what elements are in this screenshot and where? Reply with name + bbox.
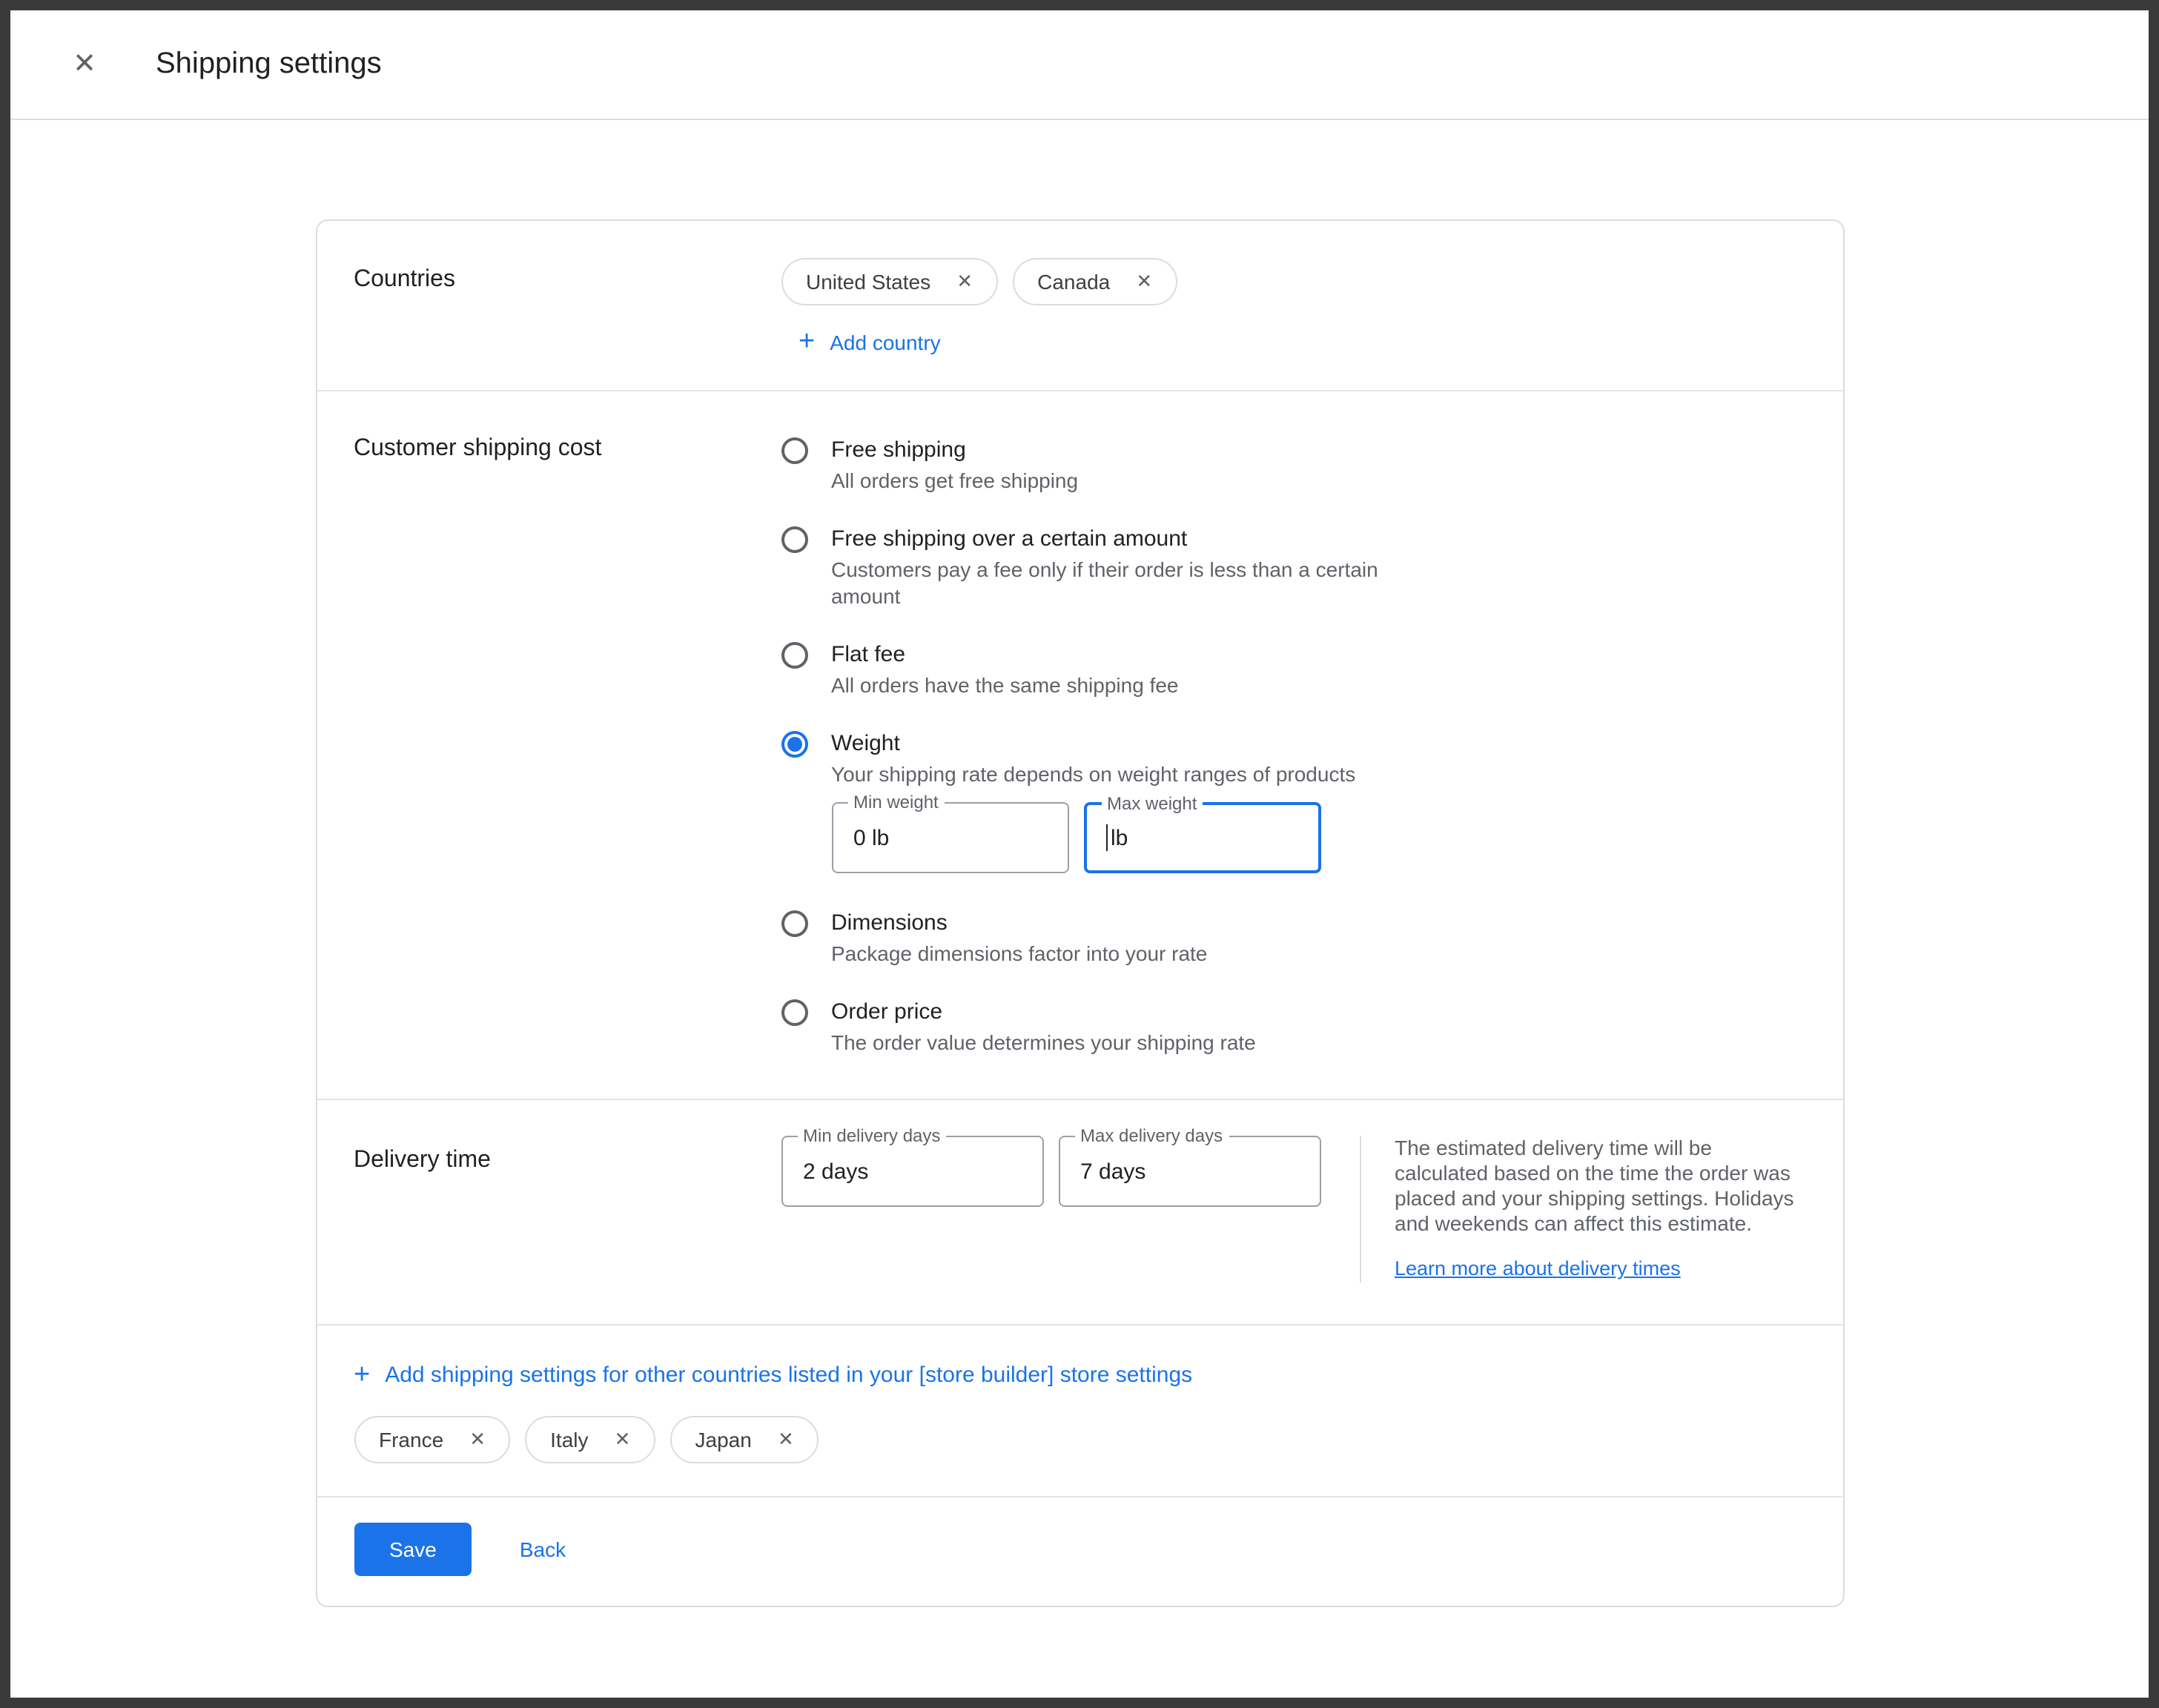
countries-label: Countries (354, 267, 781, 357)
order-price-radio[interactable] (781, 999, 807, 1026)
learn-more-link[interactable]: Learn more about delivery times (1395, 1257, 1681, 1280)
option-title: Free shipping over a certain amount (831, 525, 1395, 555)
min-delivery-days-value: 2 days (803, 1159, 868, 1184)
option-free-shipping[interactable]: Free shipping All orders get free shippi… (781, 436, 1395, 494)
min-weight-field-value: 0 lb (853, 825, 889, 850)
option-title: Free shipping (831, 436, 1078, 466)
option-weight[interactable]: Weight Your shipping rate depends on wei… (781, 729, 1395, 888)
countries-chip-row: United States ✕ Canada ✕ (781, 258, 1177, 305)
country-chip-france: France ✕ (354, 1416, 510, 1463)
delivery-time-section: Delivery time Min delivery days 2 days M… (317, 1100, 1842, 1324)
vertical-divider (1359, 1136, 1360, 1282)
add-other-countries-label: Add shipping settings for other countrie… (385, 1363, 1192, 1388)
option-title: Order price (831, 998, 1256, 1027)
free-shipping-radio[interactable] (781, 437, 807, 464)
chip-label: United States (806, 270, 930, 294)
min-delivery-days-label: Min delivery days (797, 1125, 946, 1146)
option-title: Dimensions (831, 909, 1207, 939)
chip-label: Italy (550, 1428, 588, 1452)
shipping-cost-section: Customer shipping cost Free shipping All… (317, 391, 1842, 1099)
country-chip-japan: Japan ✕ (670, 1416, 819, 1463)
country-chip-italy: Italy ✕ (525, 1416, 655, 1463)
countries-section: Countries United States ✕ Canada ✕ + (317, 221, 1842, 390)
shipping-cost-label: Customer shipping cost (354, 436, 781, 1087)
remove-country-icon[interactable]: ✕ (609, 1426, 636, 1453)
add-country-label: Add country (830, 330, 940, 354)
plus-icon: + (354, 1361, 370, 1389)
delivery-time-label: Delivery time (354, 1148, 781, 1282)
remove-country-icon[interactable]: ✕ (464, 1426, 491, 1453)
dimensions-radio[interactable] (781, 910, 807, 937)
option-free-shipping-over-amount[interactable]: Free shipping over a certain amount Cust… (781, 525, 1395, 609)
option-order-price[interactable]: Order price The order value determines y… (781, 998, 1395, 1056)
chip-label: France (379, 1428, 443, 1452)
max-delivery-days-label: Max delivery days (1074, 1125, 1229, 1146)
shipping-settings-dialog: ✕ Shipping settings Countries United Sta… (0, 0, 2159, 1708)
option-flat-fee[interactable]: Flat fee All orders have the same shippi… (781, 640, 1395, 698)
plus-icon: + (799, 328, 815, 356)
min-weight-field-label: Min weight (847, 792, 945, 812)
close-icon[interactable]: ✕ (67, 47, 102, 82)
max-delivery-days-field[interactable]: Max delivery days 7 days (1058, 1136, 1320, 1207)
option-title: Flat fee (831, 640, 1179, 670)
option-description: The order value determines your shipping… (831, 1029, 1256, 1056)
option-description: Your shipping rate depends on weight ran… (831, 761, 1355, 787)
chip-label: Japan (695, 1428, 752, 1452)
remove-country-icon[interactable]: ✕ (1131, 268, 1157, 295)
option-description: Package dimensions factor into your rate (831, 940, 1207, 967)
other-countries-section: + Add shipping settings for other countr… (317, 1325, 1842, 1496)
country-chip-united-states: United States ✕ (781, 258, 997, 305)
back-button[interactable]: Back (520, 1537, 566, 1561)
max-delivery-days-value: 7 days (1080, 1159, 1145, 1184)
remove-country-icon[interactable]: ✕ (951, 268, 978, 295)
max-weight-field-label: Max weight (1101, 793, 1203, 814)
chip-label: Canada (1037, 270, 1110, 294)
country-chip-canada: Canada ✕ (1012, 258, 1177, 305)
min-delivery-days-field[interactable]: Min delivery days 2 days (781, 1136, 1043, 1207)
option-description: All orders have the same shipping fee (831, 672, 1179, 698)
max-weight-field-value: lb (1111, 825, 1128, 850)
min-weight-field[interactable]: Min weight 0 lb (831, 802, 1068, 873)
remove-country-icon[interactable]: ✕ (773, 1426, 799, 1453)
text-cursor (1105, 824, 1108, 851)
option-dimensions[interactable]: Dimensions Package dimensions factor int… (781, 909, 1395, 967)
option-description: Customers pay a fee only if their order … (831, 556, 1395, 609)
option-title: Weight (831, 729, 1355, 759)
free-shipping-over-amount-radio[interactable] (781, 526, 807, 553)
page-title: Shipping settings (156, 47, 382, 82)
dialog-header: ✕ Shipping settings (10, 10, 2149, 120)
delivery-time-note: The estimated delivery time will be calc… (1395, 1136, 1798, 1237)
weight-radio[interactable] (781, 731, 807, 758)
dialog-footer: Save Back (317, 1497, 1842, 1606)
max-weight-field[interactable]: Max weight lb (1083, 802, 1320, 873)
flat-fee-radio[interactable] (781, 642, 807, 669)
other-countries-chip-row: France ✕ Italy ✕ Japan ✕ (354, 1416, 1805, 1463)
settings-card: Countries United States ✕ Canada ✕ + (315, 219, 1844, 1607)
save-button[interactable]: Save (354, 1523, 472, 1576)
option-description: All orders get free shipping (831, 467, 1078, 494)
add-other-countries-button[interactable]: + Add shipping settings for other countr… (354, 1361, 1192, 1389)
add-country-button[interactable]: + Add country (799, 328, 941, 356)
